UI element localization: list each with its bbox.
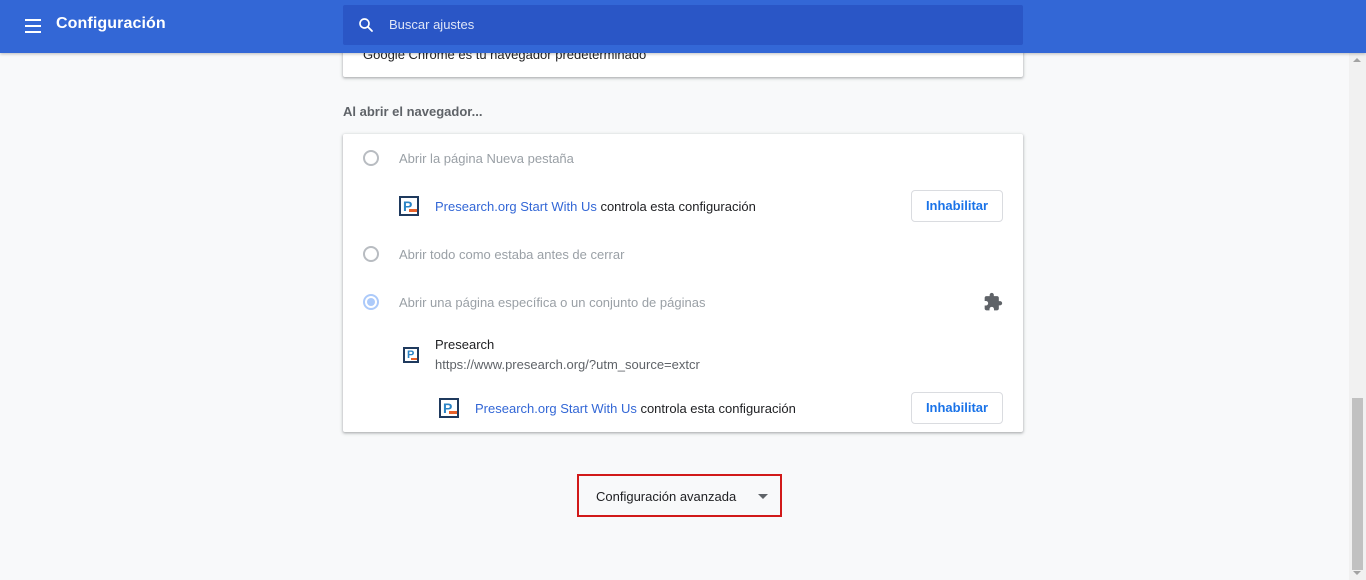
radio-new-tab[interactable]	[363, 150, 379, 166]
page-title: Configuración	[56, 15, 166, 32]
presearch-page-icon: P	[403, 347, 419, 363]
radio-specific-pages-label: Abrir una página específica o un conjunt…	[399, 295, 706, 310]
on-startup-section-title: Al abrir el navegador...	[343, 104, 483, 119]
extension-control-suffix: controla esta configuración	[636, 401, 796, 416]
scrollbar-thumb[interactable]	[1352, 398, 1363, 570]
search-input[interactable]: Buscar ajustes	[343, 5, 1023, 45]
scrollbar[interactable]	[1349, 53, 1366, 580]
menu-icon[interactable]	[22, 15, 44, 37]
disable-extension-button[interactable]: Inhabilitar	[911, 392, 1003, 424]
startup-page-name: Presearch	[435, 337, 495, 352]
chevron-down-icon	[758, 494, 768, 499]
presearch-extension-icon: P	[399, 196, 419, 216]
top-bar: Configuración Buscar ajustes	[0, 0, 1366, 53]
puzzle-piece-icon[interactable]	[983, 292, 1003, 312]
radio-new-tab-label: Abrir la página Nueva pestaña	[399, 151, 574, 166]
startup-page-url: https://www.presearch.org/?utm_source=ex…	[435, 357, 700, 372]
search-icon	[359, 18, 373, 32]
extension-control-notice: Presearch.org Start With Us controla est…	[475, 401, 796, 416]
presearch-extension-icon: P	[439, 398, 459, 418]
radio-continue-session[interactable]	[363, 246, 379, 262]
search-placeholder: Buscar ajustes	[389, 17, 475, 32]
scroll-down-icon[interactable]	[1353, 571, 1361, 575]
advanced-settings-button[interactable]: Configuración avanzada	[577, 474, 782, 517]
extension-link[interactable]: Presearch.org Start With Us	[435, 199, 597, 214]
radio-specific-pages[interactable]	[363, 294, 379, 310]
disable-extension-button[interactable]: Inhabilitar	[911, 190, 1003, 222]
extension-control-notice: Presearch.org Start With Us controla est…	[435, 199, 756, 214]
on-startup-card: Abrir la página Nueva pestaña P Presearc…	[343, 134, 1023, 432]
advanced-settings-label: Configuración avanzada	[596, 489, 737, 504]
scroll-up-icon[interactable]	[1353, 58, 1361, 62]
extension-control-suffix: controla esta configuración	[596, 199, 756, 214]
extension-link[interactable]: Presearch.org Start With Us	[475, 401, 637, 416]
radio-continue-session-label: Abrir todo como estaba antes de cerrar	[399, 247, 625, 262]
